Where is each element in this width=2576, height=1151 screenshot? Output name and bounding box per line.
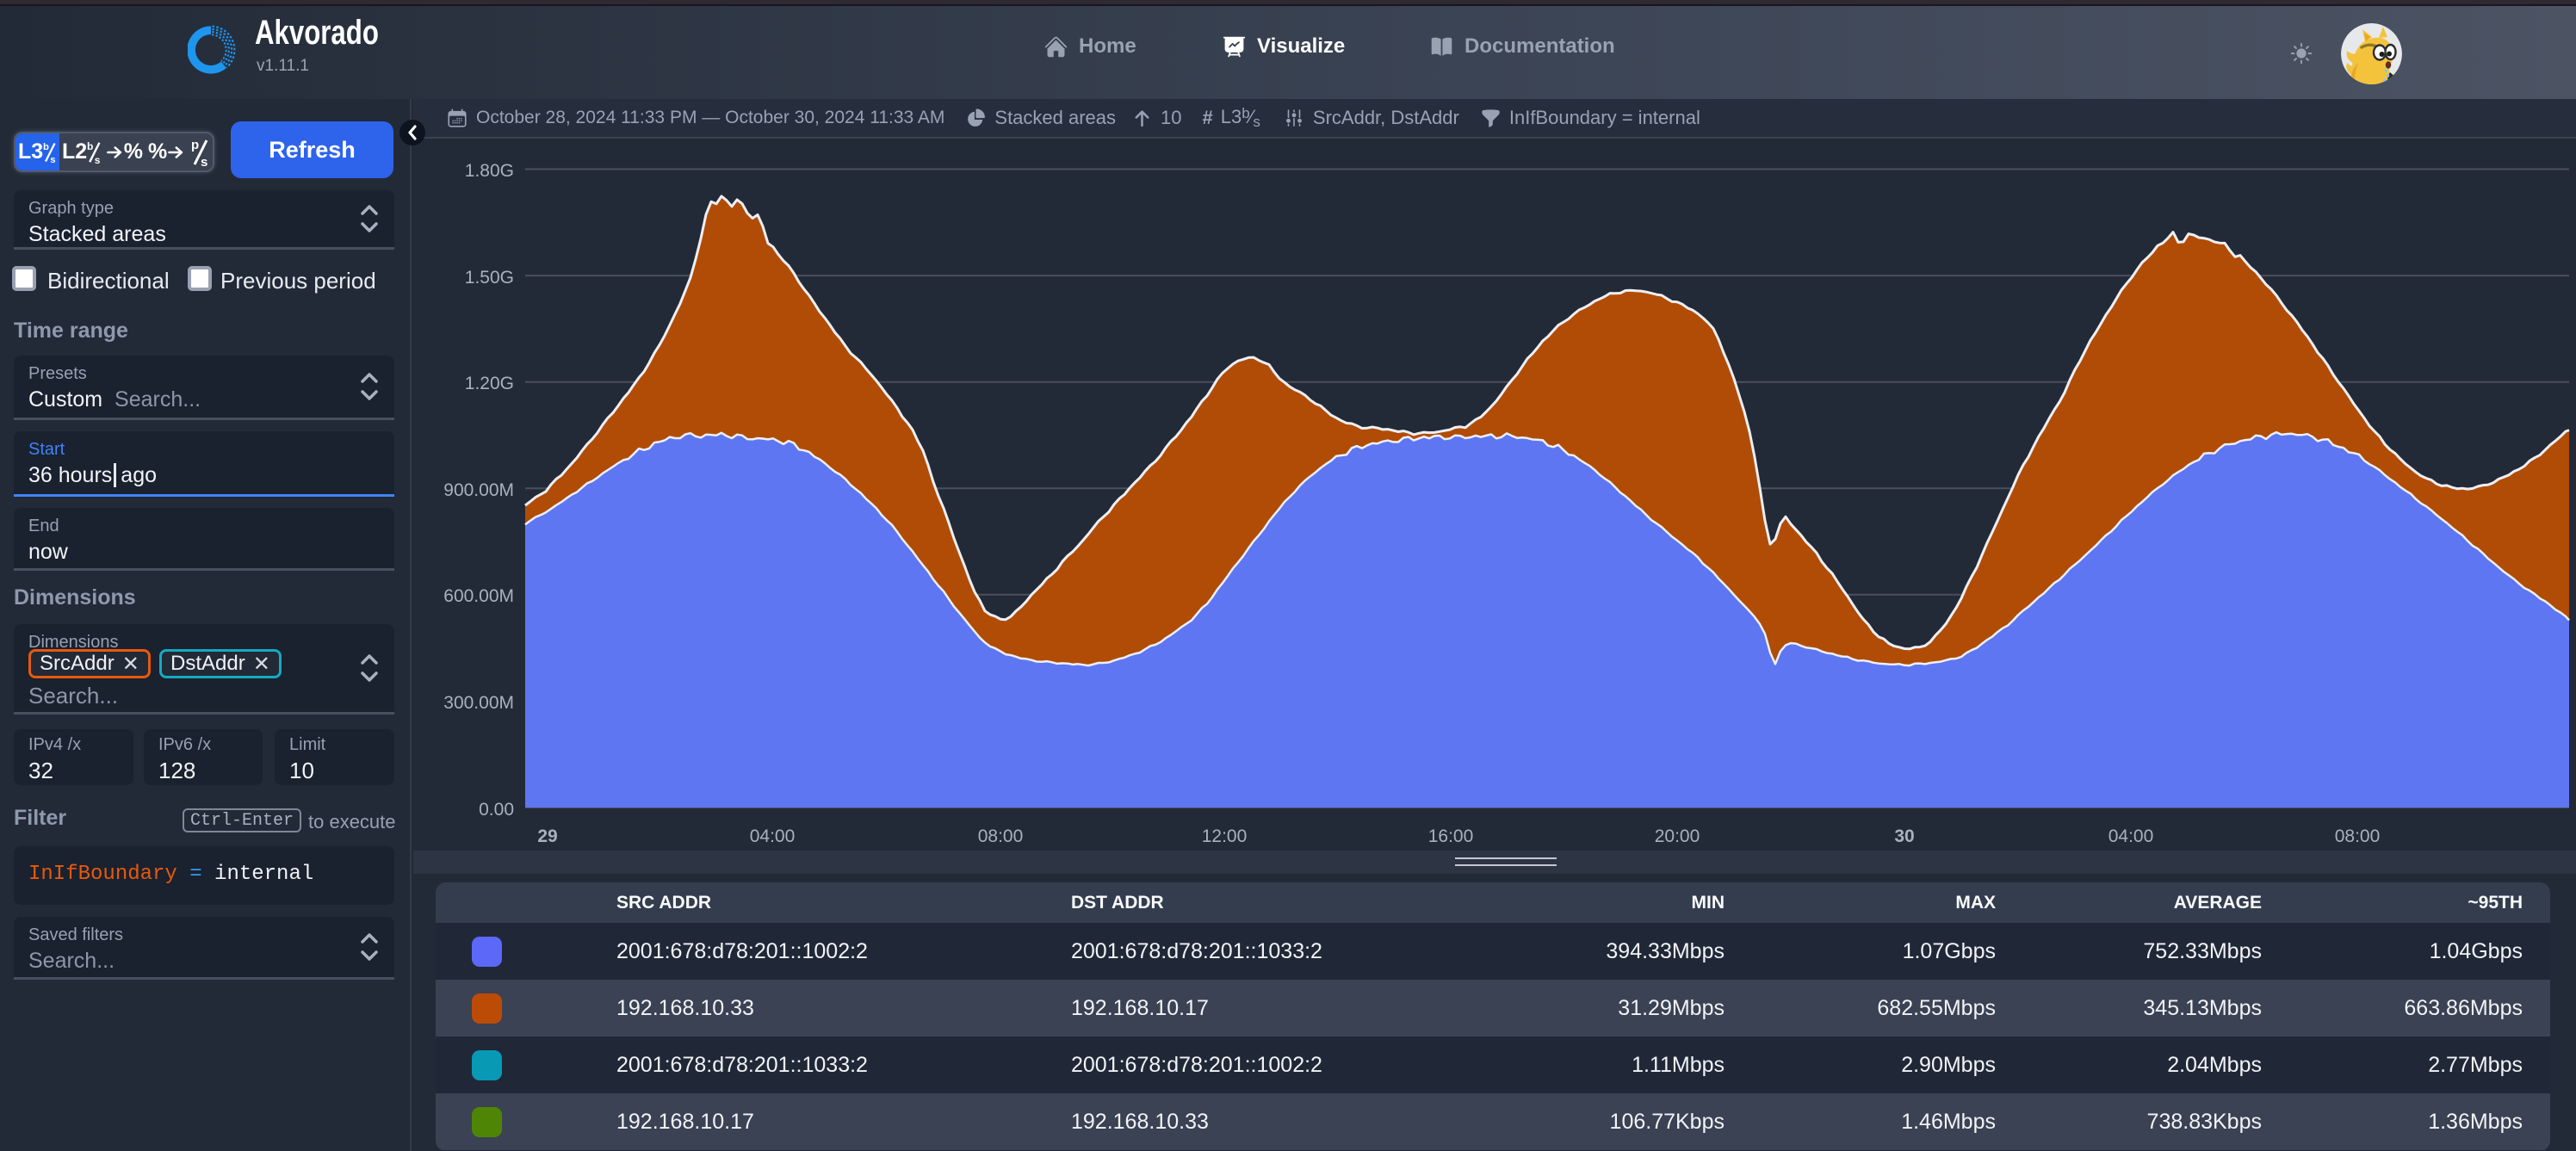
svg-text:1.50G: 1.50G (465, 268, 514, 288)
svg-text:08:00: 08:00 (2335, 826, 2381, 846)
svg-text:p: p (191, 138, 199, 152)
svg-text:b: b (43, 141, 49, 152)
svg-text:16:00: 16:00 (1428, 826, 1474, 846)
svg-text:0.00: 0.00 (479, 800, 514, 820)
svg-text:30: 30 (1894, 826, 1914, 846)
svg-text:1.20G: 1.20G (465, 374, 514, 393)
svg-text:20:00: 20:00 (1655, 826, 1700, 846)
svg-text:s: s (201, 155, 207, 167)
svg-text:600.00M: 600.00M (443, 586, 514, 606)
svg-text:12:00: 12:00 (1202, 826, 1248, 846)
svg-text:04:00: 04:00 (750, 826, 796, 846)
svg-text:29: 29 (537, 826, 557, 846)
svg-text:04:00: 04:00 (2108, 826, 2154, 846)
svg-text:s: s (95, 153, 101, 165)
svg-text:900.00M: 900.00M (443, 480, 514, 500)
svg-text:s: s (50, 155, 55, 165)
svg-text:b: b (87, 139, 93, 152)
svg-text:1.80G: 1.80G (465, 161, 514, 181)
svg-text:08:00: 08:00 (978, 826, 1024, 846)
svg-text:300.00M: 300.00M (443, 693, 514, 713)
